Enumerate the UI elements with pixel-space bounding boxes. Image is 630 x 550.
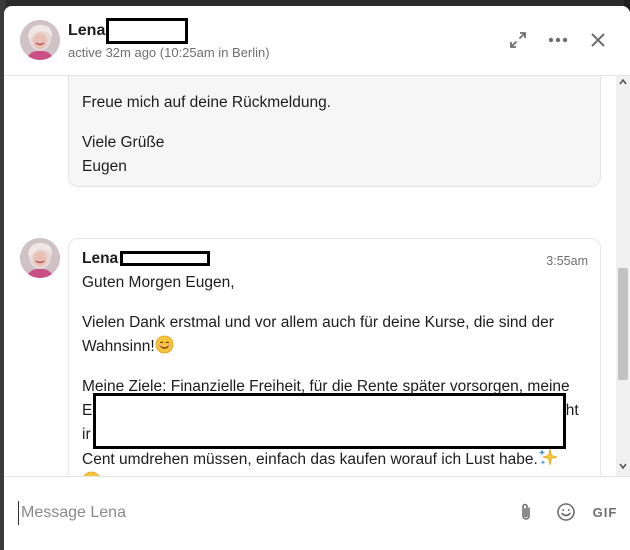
message-bubble: Freue mich auf deine Rückmeldung. Viele … [68,76,601,187]
contact-name[interactable]: Lena [68,22,105,40]
close-icon[interactable] [586,28,610,52]
redaction-box [93,393,566,449]
message-text: Vielen Dank erstmal und vor allem auch f… [82,314,554,331]
message-text: Freue mich auf deine Rückmeldung. [82,94,331,111]
message-input[interactable] [18,501,498,525]
chat-header: Lena active 32m ago (10:25am in Berlin) [4,6,630,76]
message-text: E [82,402,93,419]
redaction-box [120,251,210,266]
message-text: Viele Grüße [82,134,165,151]
scrollbar[interactable] [616,76,630,476]
expand-icon[interactable] [506,28,530,52]
message-timestamp: 3:55am [546,254,588,268]
smiley-icon[interactable] [554,500,578,524]
sparkles-emoji-icon [538,447,558,475]
message-bubble: Lena 3:55am Guten Morgen Eugen, Vielen D… [68,238,601,476]
sender-avatar[interactable] [20,238,60,278]
message-text: Guten Morgen Eugen, [82,274,235,291]
contact-avatar[interactable] [20,20,60,60]
contact-status: active 32m ago (10:25am in Berlin) [68,45,270,60]
chat-window: Lena active 32m ago (10:25am in Berlin) … [4,6,630,550]
message-text: Cent umdrehen müssen, einfach das kaufen… [82,447,558,475]
scroll-up-arrow-icon[interactable] [619,78,627,86]
more-options-icon[interactable] [546,28,570,52]
message-text: Eugen [82,158,127,175]
paperclip-icon[interactable] [514,500,538,524]
sender-name[interactable]: Lena [82,247,118,271]
scrollbar-thumb[interactable] [618,268,628,380]
message-text: ir [82,426,91,443]
smiling-emoji-icon [155,335,174,362]
redaction-box [106,18,188,44]
scroll-down-arrow-icon[interactable] [619,462,627,470]
message-text: Wahnsinn! [82,335,174,362]
message-list[interactable]: Freue mich auf deine Rückmeldung. Viele … [4,76,616,476]
gif-button[interactable]: GIF [590,500,620,524]
message-composer: GIF [4,476,630,550]
